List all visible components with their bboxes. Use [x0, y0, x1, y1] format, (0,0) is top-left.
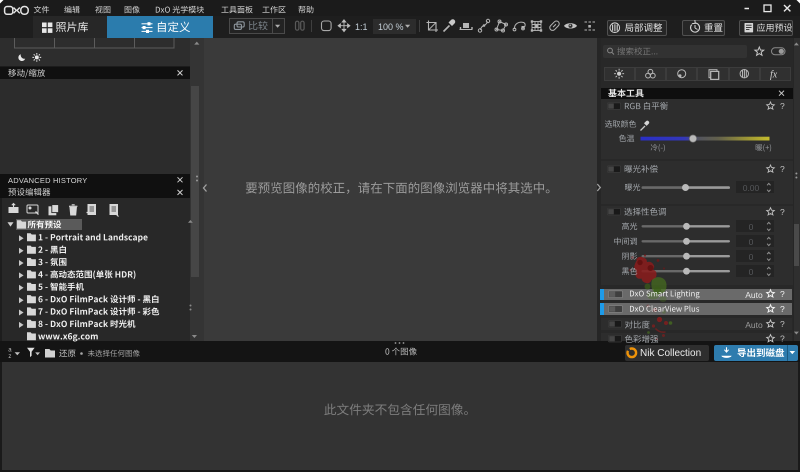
svg-text:fx: fx: [770, 70, 778, 81]
svg-text:?: ?: [780, 304, 785, 314]
svg-text:?: ?: [780, 164, 785, 174]
svg-text:?: ?: [780, 334, 785, 344]
svg-text:z: z: [8, 354, 11, 360]
svg-text:a: a: [8, 348, 12, 354]
svg-text:?: ?: [780, 101, 785, 111]
svg-text:?: ?: [780, 207, 785, 217]
svg-text:?: ?: [780, 289, 785, 299]
svg-text:?: ?: [780, 319, 785, 329]
